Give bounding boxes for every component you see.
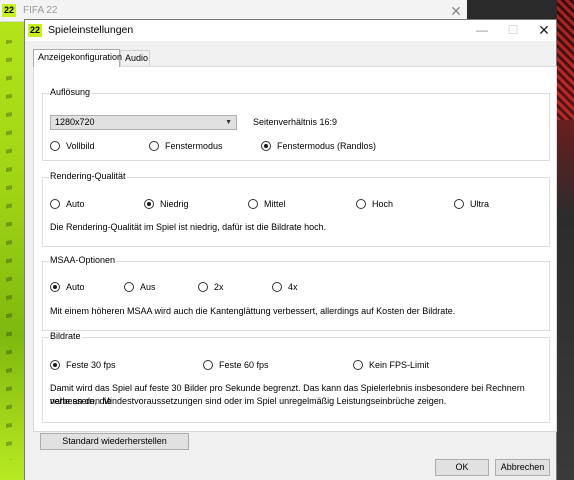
radio-msaa-2x[interactable]: 2x [198, 281, 224, 293]
radio-rendering-ultra[interactable]: Ultra [454, 198, 489, 210]
fifa-logo-icon: 22 [2, 4, 16, 17]
bildrate-label: Bildrate [49, 331, 82, 341]
radio-feste-60-fps[interactable]: Feste 60 fps [203, 359, 269, 371]
radio-msaa-aus[interactable]: Aus [124, 281, 156, 293]
radio-label: Fenstermodus [165, 141, 223, 151]
ok-button[interactable]: OK [435, 459, 489, 476]
radio-fenstermodus-randlos[interactable]: Fenstermodus (Randlos) [261, 140, 376, 152]
radio-label: Kein FPS-Limit [369, 360, 430, 370]
rendering-group: Rendering-Qualität Auto Niedrig Mittel H… [42, 171, 550, 247]
msaa-label: MSAA-Optionen [49, 255, 117, 265]
radio-label: Fenstermodus (Randlos) [277, 141, 377, 151]
settings-dialog: 22 Spieleinstellungen — ☐ ✕ Anzeigekonfi… [24, 19, 557, 480]
resolution-select[interactable]: 1280x720 ▼ [50, 115, 237, 130]
maximize-button[interactable]: ☐ [497, 20, 529, 41]
msaa-group: MSAA-Optionen Auto Aus 2x 4x Mit einem h… [42, 255, 550, 331]
radio-label: Hoch [372, 199, 394, 209]
radio-kein-fps-limit[interactable]: Kein FPS-Limit [353, 359, 429, 371]
radio-label: Vollbild [66, 141, 95, 151]
radio-rendering-niedrig[interactable]: Niedrig [144, 198, 189, 210]
rendering-description: Die Rendering-Qualität im Spiel ist nied… [50, 222, 327, 232]
radio-label: Feste 60 fps [219, 360, 269, 370]
radio-circle-icon [50, 199, 60, 209]
radio-msaa-auto[interactable]: Auto [50, 281, 85, 293]
parent-window-title: FIFA 22 [23, 5, 58, 16]
resolution-value: 1280x720 [55, 117, 95, 127]
radio-circle-icon [272, 282, 282, 292]
radio-circle-icon [454, 199, 464, 209]
radio-label: Feste 30 fps [66, 360, 116, 370]
radio-label: Niedrig [160, 199, 189, 209]
radio-circle-icon [248, 199, 258, 209]
dialog-titlebar: 22 Spieleinstellungen — ☐ ✕ [25, 20, 556, 41]
radio-selected-icon [50, 360, 60, 370]
radio-label: Auto [66, 282, 85, 292]
radio-fenstermodus[interactable]: Fenstermodus [149, 140, 223, 152]
parent-close-icon[interactable]: ✕ [446, 2, 466, 20]
radio-selected-icon [261, 141, 271, 151]
cancel-button[interactable]: Abbrechen [495, 459, 550, 476]
aufloesung-group: Auflösung 1280x720 ▼ Seitenverhältnis 16… [42, 87, 550, 161]
tab-audio[interactable]: Audio [120, 50, 150, 66]
radio-circle-icon [356, 199, 366, 209]
background-stripe [6, 40, 12, 460]
background-left-art [0, 0, 24, 480]
chevron-down-icon: ▼ [225, 119, 232, 126]
radio-circle-icon [203, 360, 213, 370]
tab-panel: Auflösung 1280x720 ▼ Seitenverhältnis 16… [33, 66, 557, 432]
background-right-texture [557, 0, 574, 120]
msaa-description: Mit einem höheren MSAA wird auch die Kan… [50, 306, 456, 316]
reset-defaults-button[interactable]: Standard wiederherstellen [40, 433, 189, 450]
tab-anzeigekonfiguration[interactable]: Anzeigekonfiguration [33, 49, 122, 67]
radio-feste-30-fps[interactable]: Feste 30 fps [50, 359, 116, 371]
radio-circle-icon [149, 141, 159, 151]
radio-label: 2x [214, 282, 224, 292]
dialog-title: Spieleinstellungen [48, 24, 134, 36]
bildrate-description-line-2: nahe an den Mindestvoraussetzungen sind … [50, 396, 447, 406]
close-button[interactable]: ✕ [528, 20, 560, 41]
aspect-ratio-text: Seitenverhältnis 16:9 [253, 117, 338, 127]
minimize-button[interactable]: — [466, 20, 498, 41]
radio-label: 4x [288, 282, 298, 292]
radio-selected-icon [144, 199, 154, 209]
radio-rendering-mittel[interactable]: Mittel [248, 198, 286, 210]
radio-msaa-4x[interactable]: 4x [272, 281, 298, 293]
dialog-content: Anzeigekonfiguration Audio Auflösung 128… [25, 41, 557, 480]
radio-label: Auto [66, 199, 85, 209]
bildrate-group: Bildrate Feste 30 fps Feste 60 fps Kein … [42, 331, 550, 423]
radio-circle-icon [124, 282, 134, 292]
radio-label: Mittel [264, 199, 286, 209]
radio-circle-icon [50, 141, 60, 151]
radio-rendering-hoch[interactable]: Hoch [356, 198, 393, 210]
fifa-logo-icon: 22 [28, 24, 42, 37]
radio-vollbild[interactable]: Vollbild [50, 140, 95, 152]
radio-circle-icon [353, 360, 363, 370]
radio-rendering-auto[interactable]: Auto [50, 198, 85, 210]
aufloesung-label: Auflösung [49, 87, 92, 97]
radio-selected-icon [50, 282, 60, 292]
rendering-label: Rendering-Qualität [49, 171, 127, 181]
radio-circle-icon [198, 282, 208, 292]
radio-label: Ultra [470, 199, 490, 209]
radio-label: Aus [140, 282, 156, 292]
